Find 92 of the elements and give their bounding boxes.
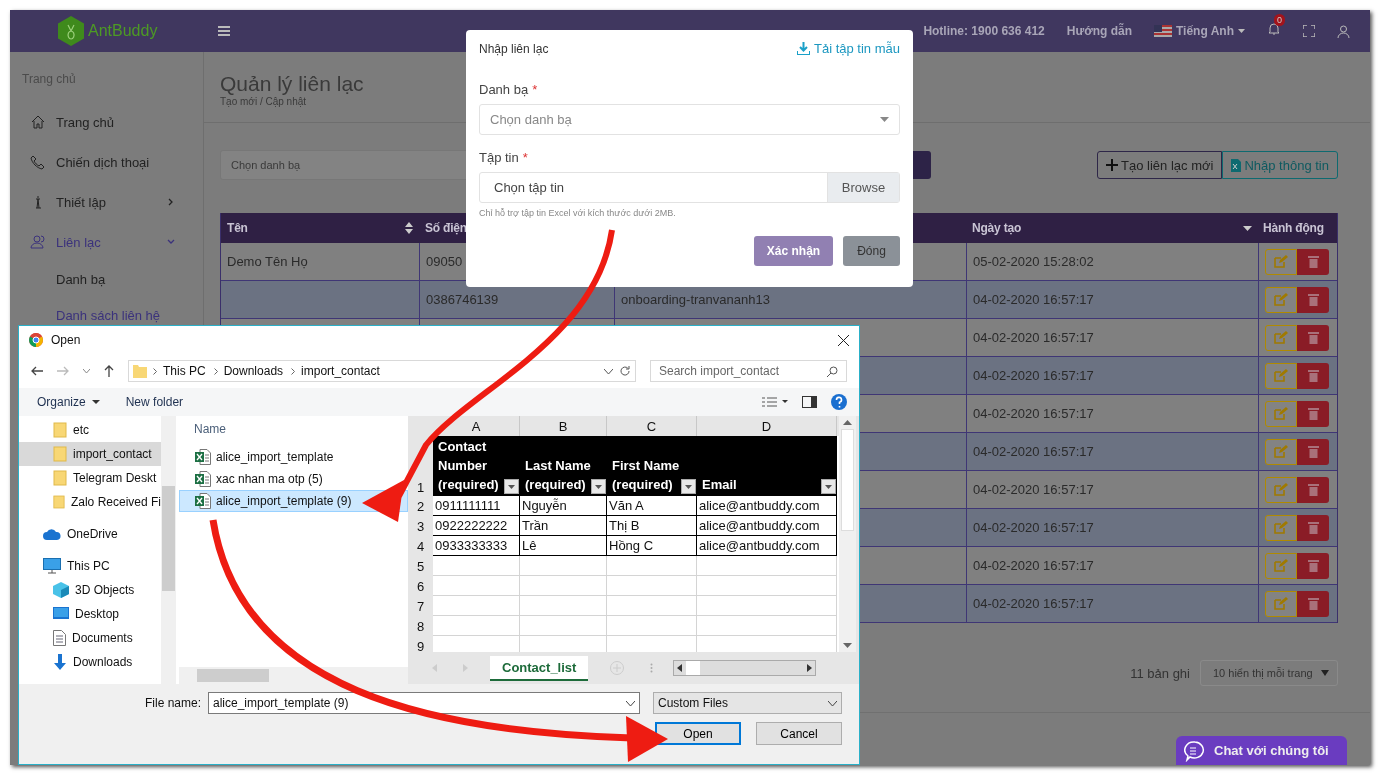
required-mark: * — [532, 82, 538, 97]
search-field[interactable]: Search import_contact — [650, 360, 847, 382]
new-folder-button[interactable]: New folder — [119, 395, 190, 409]
language-dropdown[interactable]: Tiếng Anh — [1176, 24, 1234, 38]
navigation-item[interactable]: OneDrive — [19, 522, 161, 546]
contact-list-dropdown[interactable]: Chọn danh bạ — [479, 104, 900, 135]
field-label: Tập tin — [479, 150, 519, 165]
row-number: 7 — [408, 596, 433, 616]
sidebar-item[interactable]: Thiết lập — [10, 182, 203, 222]
column-header: Ngày tạo — [972, 221, 1022, 235]
header-cell-text: Last Name (required) — [525, 457, 591, 494]
table-cell: Demo Tên Họ — [227, 254, 308, 269]
table-cell: 09050 — [426, 254, 463, 269]
navigation-item[interactable]: This PC — [19, 554, 161, 578]
sheet-cell: 0911111111 — [433, 496, 520, 516]
record-count: 11 bản ghi — [1130, 665, 1190, 681]
column-header[interactable]: Name — [179, 416, 408, 446]
sidebar-subitem[interactable]: Danh bạ — [10, 262, 203, 298]
table-cell: 04-02-2020 16:57:17 — [973, 482, 1094, 497]
required-mark: * — [522, 150, 528, 165]
breadcrumb: Tạo mới / Cập nhật — [220, 96, 307, 107]
download-template-link[interactable]: Tải tập tin mẫu — [797, 41, 900, 56]
sheet-cell: Văn A — [607, 496, 697, 516]
cancel-button[interactable]: Cancel — [756, 722, 842, 745]
table-cell: 04-02-2020 16:57:17 — [973, 558, 1094, 573]
header-cell-text: Email — [702, 476, 737, 494]
field-label: File name: — [144, 696, 201, 710]
dialog-title: Open — [51, 333, 81, 347]
row-number: 2 — [408, 496, 433, 516]
header-cell-text: Contact Number (required) — [438, 438, 500, 494]
file-field[interactable]: Chọn tập tin Browse — [479, 172, 900, 203]
navigation-item[interactable]: Zalo Received Fi — [19, 490, 161, 514]
table-cell: 04-02-2020 16:57:17 — [973, 444, 1094, 459]
table-cell: 04-02-2020 16:57:17 — [973, 292, 1094, 307]
column-header: Số điện — [425, 221, 467, 235]
logo-text: AntBuddy — [88, 22, 158, 40]
navigation-item[interactable]: etc — [19, 418, 161, 442]
navigation-item[interactable]: Desktop — [19, 602, 161, 626]
sheet-cell: alice@antbuddy.com — [697, 516, 837, 536]
sheet-cell: Thị B — [607, 516, 697, 536]
table-cell: 04-02-2020 16:57:17 — [973, 596, 1094, 611]
header-cell-text: First Name (required) — [612, 457, 681, 494]
file-item[interactable]: alice_import_template — [179, 446, 408, 468]
column-header: Hành động — [1263, 221, 1324, 235]
hint-text: Chỉ hỗ trợ tập tin Excel với kích thước dưới 2MB. — [479, 208, 677, 218]
table-cell: 0386746139 — [426, 292, 499, 307]
file-item[interactable]: xac nhan ma otp (5) — [179, 468, 408, 490]
sheet-cell: Hồng C — [607, 536, 697, 556]
row-number: 3 — [408, 516, 433, 536]
organize-menu[interactable]: Organize — [31, 395, 106, 409]
row-number: 5 — [408, 556, 433, 576]
close-button[interactable]: Đóng — [843, 236, 900, 266]
navigation-item[interactable]: Downloads — [19, 650, 161, 674]
sheet-cell: 0933333333 — [433, 536, 520, 556]
sheet-cell: alice@antbuddy.com — [697, 536, 837, 556]
open-button[interactable]: Open — [655, 722, 741, 745]
navigation-item[interactable]: Documents — [19, 626, 161, 650]
table-cell: 04-02-2020 16:57:17 — [973, 520, 1094, 535]
table-cell: 05-02-2020 15:28:02 — [973, 254, 1094, 269]
hotline-text: Hotline: 1900 636 412 — [923, 24, 1045, 38]
dialog-title: Nhập liên lạc — [479, 41, 549, 56]
file-type-dropdown[interactable]: Custom Files — [653, 692, 842, 714]
page-title: Quản lý liên lạc — [220, 72, 364, 96]
create-contact-button[interactable]: Tạo liên lạc mới — [1097, 151, 1223, 179]
browse-button[interactable]: Browse — [827, 173, 899, 202]
sidebar-item[interactable]: Chiến dịch thoại — [10, 142, 203, 182]
row-number: 9 — [408, 636, 433, 652]
navigation-item[interactable]: import_contact — [19, 442, 161, 466]
navigation-item[interactable]: Telegram Deskt — [19, 466, 161, 490]
confirm-button[interactable]: Xác nhận — [754, 236, 833, 266]
sheet-cell: Nguyễn — [520, 496, 607, 516]
notification-badge: 0 — [1274, 14, 1285, 26]
chat-button[interactable]: Chat với chúng tôi — [1176, 736, 1347, 765]
sheet-cell: Trần — [520, 516, 607, 536]
table-cell: onboarding-tranvananh13 — [621, 292, 770, 307]
guide-link[interactable]: Hướng dẫn — [1066, 24, 1132, 38]
sheet-cell: Lê — [520, 536, 607, 556]
navigation-item[interactable]: 3D Objects — [19, 578, 161, 602]
table-cell: 04-02-2020 16:57:17 — [973, 406, 1094, 421]
file-name-field[interactable]: alice_import_template (9) — [208, 692, 640, 714]
sheet-cell: 0922222222 — [433, 516, 520, 536]
field-label: Danh bạ — [479, 82, 529, 97]
sidebar-item[interactable]: Trang chủ — [10, 102, 203, 142]
row-number: 6 — [408, 576, 433, 596]
table-cell: 04-02-2020 16:57:17 — [973, 330, 1094, 345]
sheet-cell: alice@antbuddy.com — [697, 496, 837, 516]
column-header: Tên — [227, 221, 248, 235]
sheet-tab[interactable]: Contact_list — [490, 655, 589, 681]
row-number: 4 — [408, 536, 433, 556]
address-bar[interactable]: This PC Downloads import_contact — [128, 360, 636, 382]
table-cell: 04-02-2020 16:57:17 — [973, 368, 1094, 383]
row-number: 8 — [408, 616, 433, 636]
